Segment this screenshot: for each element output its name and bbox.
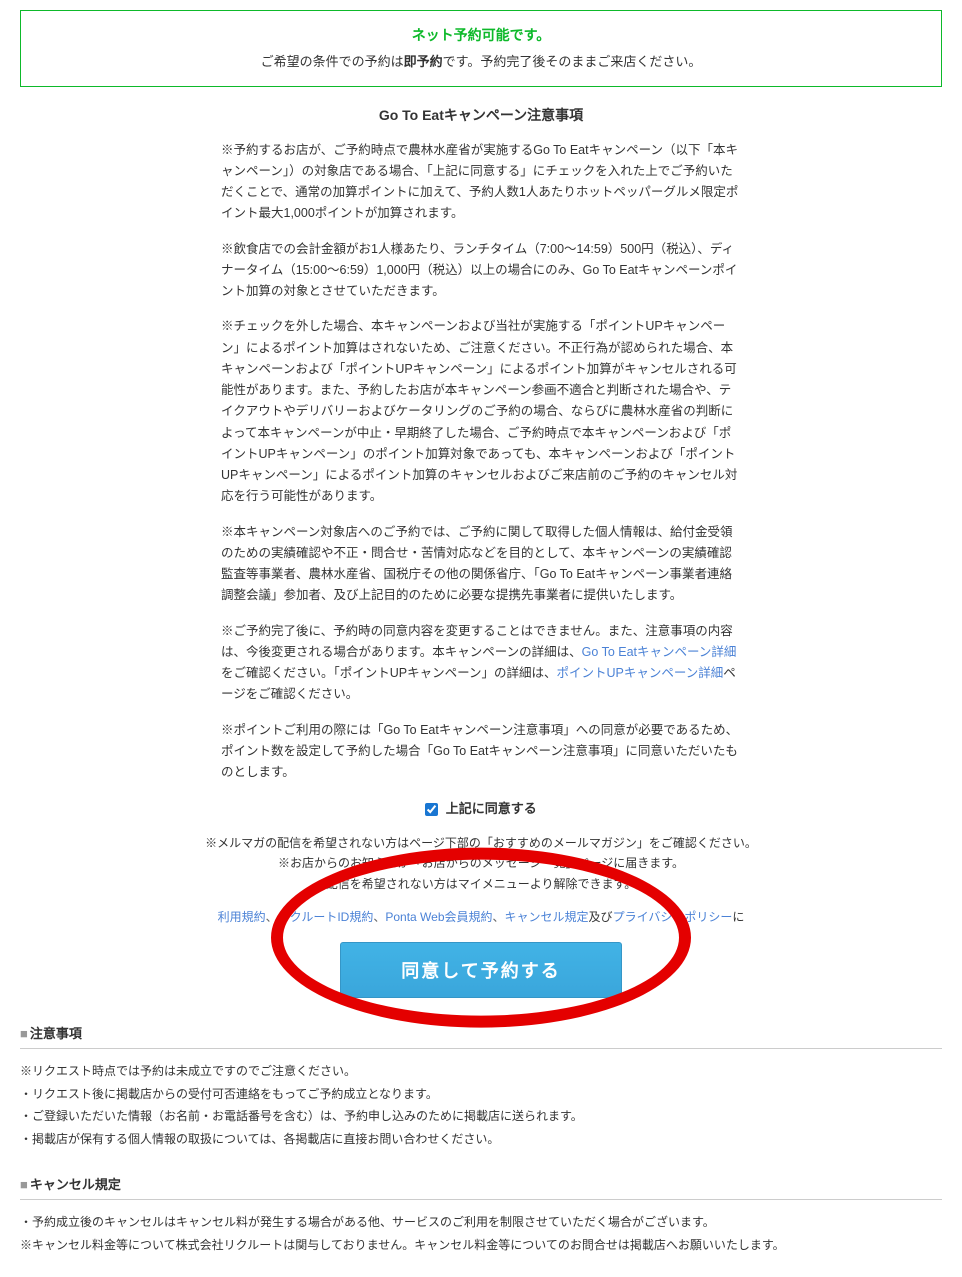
terms-p4: ※本キャンペーン対象店へのご予約では、ご予約に関して取得した個人情報は、給付金受… xyxy=(221,522,741,607)
availability-subtitle: ご希望の条件での予約は即予約です。予約完了後そのままご来店ください。 xyxy=(31,52,931,72)
cancel-policy-link[interactable]: キャンセル規定 xyxy=(505,910,589,924)
pointup-detail-link[interactable]: ポイントUPキャンペーン詳細 xyxy=(557,666,724,680)
agree-label: 上記に同意する xyxy=(446,801,537,816)
mailmag-l1: ※メルマガの配信を希望されない方はページ下部の「おすすめのメールマガジン」をご確… xyxy=(20,833,942,853)
policy-links: 利用規約、リクルートID規約、Ponta Web会員規約、キャンセル規定及びプラ… xyxy=(20,908,942,926)
terms-p3: ※チェックを外した場合、本キャンペーンおよび当社が実施する「ポイントUPキャンペ… xyxy=(221,316,741,507)
availability-sub-pre: ご希望の条件での予約は xyxy=(261,54,404,69)
notice-head: 注意事項 xyxy=(20,1024,942,1050)
policy-sep: 、 xyxy=(493,910,505,924)
cancel-notes: ・予約成立後のキャンセルはキャンセル料が発生する場合がある他、サービスのご利用を… xyxy=(20,1212,942,1255)
privacy-policy-link[interactable]: プライバシーポリシー xyxy=(613,910,733,924)
mailmag-l2: ※お店からのお知らせが「お店からのメッセージ一覧」ページに届きます。 xyxy=(20,853,942,873)
terms-block: ※予約するお店が、ご予約時点で農林水産省が実施するGo To Eatキャンペーン… xyxy=(221,140,741,784)
submit-wrap: 同意して予約する xyxy=(20,942,942,998)
agree-reserve-button[interactable]: 同意して予約する xyxy=(340,942,621,998)
policy-sep: 、 xyxy=(373,910,385,924)
policy-sep: 、 xyxy=(266,910,278,924)
availability-banner: ネット予約可能です。 ご希望の条件での予約は即予約です。予約完了後そのままご来店… xyxy=(20,10,942,87)
availability-sub-post: です。予約完了後そのままご来店ください。 xyxy=(443,54,702,69)
notice-n3: ・ご登録いただいた情報（お名前・お電話番号を含む）は、予約申し込みのために掲載店… xyxy=(20,1106,942,1126)
terms-p5: ※ご予約完了後に、予約時の同意内容を変更することはできません。また、注意事項の内… xyxy=(221,621,741,706)
agree-label-wrap[interactable]: 上記に同意する xyxy=(425,801,537,816)
recruit-id-terms-link[interactable]: リクルートID規約 xyxy=(278,910,374,924)
ponta-terms-link[interactable]: Ponta Web会員規約 xyxy=(385,910,492,924)
terms-of-use-link[interactable]: 利用規約 xyxy=(218,910,266,924)
availability-title: ネット予約可能です。 xyxy=(31,25,931,46)
campaign-title: Go To Eatキャンペーン注意事項 xyxy=(20,105,942,126)
notice-n1: ※リクエスト時点では予約は未成立ですのでご注意ください。 xyxy=(20,1061,942,1081)
cancel-c2: ※キャンセル料金等について株式会社リクルートは関与しておりません。キャンセル料金… xyxy=(20,1235,942,1255)
terms-p1: ※予約するお店が、ご予約時点で農林水産省が実施するGo To Eatキャンペーン… xyxy=(221,140,741,225)
terms-p5-mid: をご確認ください。「ポイントUPキャンペーン」の詳細は、 xyxy=(221,666,557,680)
terms-p6: ※ポイントご利用の際には「Go To Eatキャンペーン注意事項」への同意が必要… xyxy=(221,720,741,784)
availability-sub-bold: 即予約 xyxy=(404,54,443,69)
agree-row: 上記に同意する xyxy=(20,799,942,819)
cancel-c1: ・予約成立後のキャンセルはキャンセル料が発生する場合がある他、サービスのご利用を… xyxy=(20,1212,942,1232)
policy-tail: に xyxy=(732,910,744,924)
terms-p2: ※飲食店での会計金額がお1人様あたり、ランチタイム（7:00～14:59）500… xyxy=(221,239,741,303)
agree-checkbox[interactable] xyxy=(425,803,438,816)
notice-notes: ※リクエスト時点では予約は未成立ですのでご注意ください。 ・リクエスト後に掲載店… xyxy=(20,1061,942,1149)
mailmag-note: ※メルマガの配信を希望されない方はページ下部の「おすすめのメールマガジン」をご確… xyxy=(20,833,942,894)
policy-and: 及び xyxy=(589,910,613,924)
notice-n2: ・リクエスト後に掲載店からの受付可否連絡をもってご予約成立となります。 xyxy=(20,1084,942,1104)
mailmag-l3: 配信を希望されない方はマイメニューより解除できます。 xyxy=(20,874,942,894)
gotoeat-detail-link[interactable]: Go To Eatキャンペーン詳細 xyxy=(582,645,737,659)
cancel-head: キャンセル規定 xyxy=(20,1175,942,1201)
notice-n4: ・掲載店が保有する個人情報の取扱については、各掲載店に直接お問い合わせください。 xyxy=(20,1129,942,1149)
